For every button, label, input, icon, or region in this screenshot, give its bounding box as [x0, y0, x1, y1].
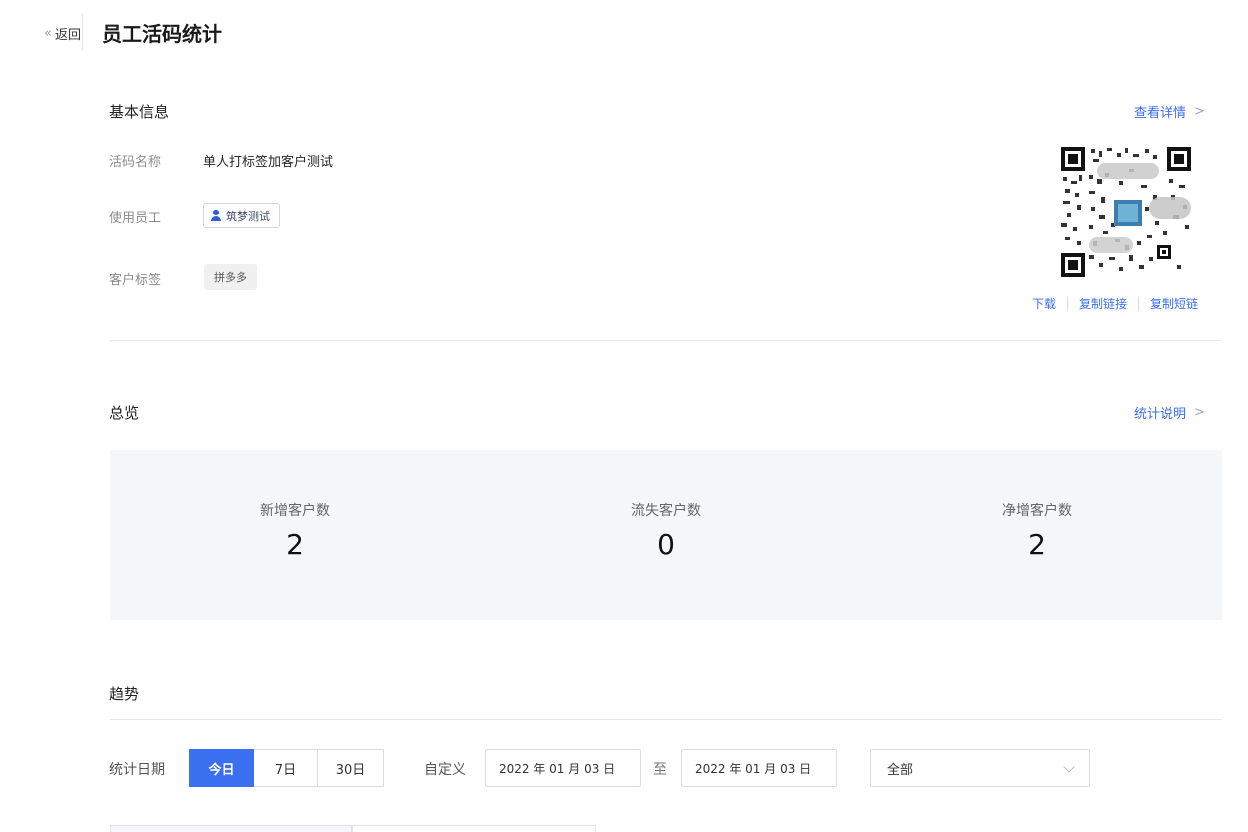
stat-date-label: 统计日期 [109, 762, 165, 778]
customer-tag-label: 客户标签 [109, 273, 162, 288]
qr-code-image [1059, 145, 1193, 279]
stats-help-label: 统计说明 [1134, 407, 1187, 422]
scope-select[interactable]: 全部 [870, 749, 1090, 787]
chevron-right-icon: > [1194, 104, 1205, 119]
bottom-tab[interactable] [352, 825, 596, 832]
chevron-right-icon: > [1194, 405, 1205, 420]
person-icon [211, 210, 221, 221]
range-today-button[interactable]: 今日 [189, 749, 254, 787]
page-title: 员工活码统计 [102, 22, 222, 46]
basic-info-title: 基本信息 [109, 103, 170, 121]
double-chevron-left-icon: « [44, 26, 52, 41]
action-divider [1138, 296, 1140, 311]
range-30d-button[interactable]: 30日 [318, 749, 384, 787]
stat-new-customers: 新增客户数 2 [110, 500, 480, 561]
stat-net-customers: 净增客户数 2 [852, 500, 1222, 561]
view-details-link[interactable]: 查看详情 > [1134, 102, 1205, 121]
overview-panel: 新增客户数 2 流失客户数 0 净增客户数 2 [110, 450, 1222, 620]
view-details-label: 查看详情 [1134, 106, 1187, 121]
stat-value: 2 [286, 528, 304, 561]
staff-tag: 筑梦测试 [203, 203, 280, 228]
range-7d-button[interactable]: 7日 [254, 749, 318, 787]
customer-tag: 拼多多 [204, 264, 257, 290]
copy-short-link-button[interactable]: 复制短链 [1150, 295, 1198, 312]
copy-link-button[interactable]: 复制链接 [1079, 295, 1127, 312]
custom-range-label: 自定义 [424, 762, 466, 778]
to-label: 至 [653, 762, 667, 778]
date-range-segment: 今日 7日 30日 [189, 749, 384, 787]
stat-label: 新增客户数 [260, 503, 330, 519]
back-label: 返回 [54, 28, 81, 43]
bottom-tab[interactable] [110, 825, 352, 832]
overview-title: 总览 [109, 404, 140, 422]
qr-code [1059, 145, 1193, 279]
header-divider [82, 14, 83, 50]
stat-value: 0 [657, 528, 675, 561]
scope-select-value: 全部 [887, 762, 914, 778]
staff-label: 使用员工 [109, 211, 162, 226]
action-divider [1067, 296, 1069, 311]
trend-divider [110, 719, 1222, 720]
stat-lost-customers: 流失客户数 0 [481, 500, 851, 561]
code-name-value: 单人打标签加客户测试 [203, 155, 334, 170]
download-button[interactable]: 下载 [1032, 295, 1056, 312]
end-date-input[interactable]: 2022 年 01 月 03 日 [681, 749, 837, 787]
code-name-label: 活码名称 [109, 155, 162, 170]
staff-name: 筑梦测试 [226, 209, 270, 223]
start-date-input[interactable]: 2022 年 01 月 03 日 [485, 749, 641, 787]
back-button[interactable]: « 返回 [44, 24, 81, 43]
stat-value: 2 [1028, 528, 1046, 561]
stat-label: 净增客户数 [1002, 503, 1072, 519]
trend-title: 趋势 [109, 685, 140, 703]
qr-actions: 下载 复制链接 复制短链 [1032, 295, 1198, 312]
section-divider [110, 340, 1222, 341]
stats-help-link[interactable]: 统计说明 > [1134, 403, 1205, 422]
chevron-down-icon [1063, 761, 1075, 773]
stat-label: 流失客户数 [631, 503, 701, 519]
